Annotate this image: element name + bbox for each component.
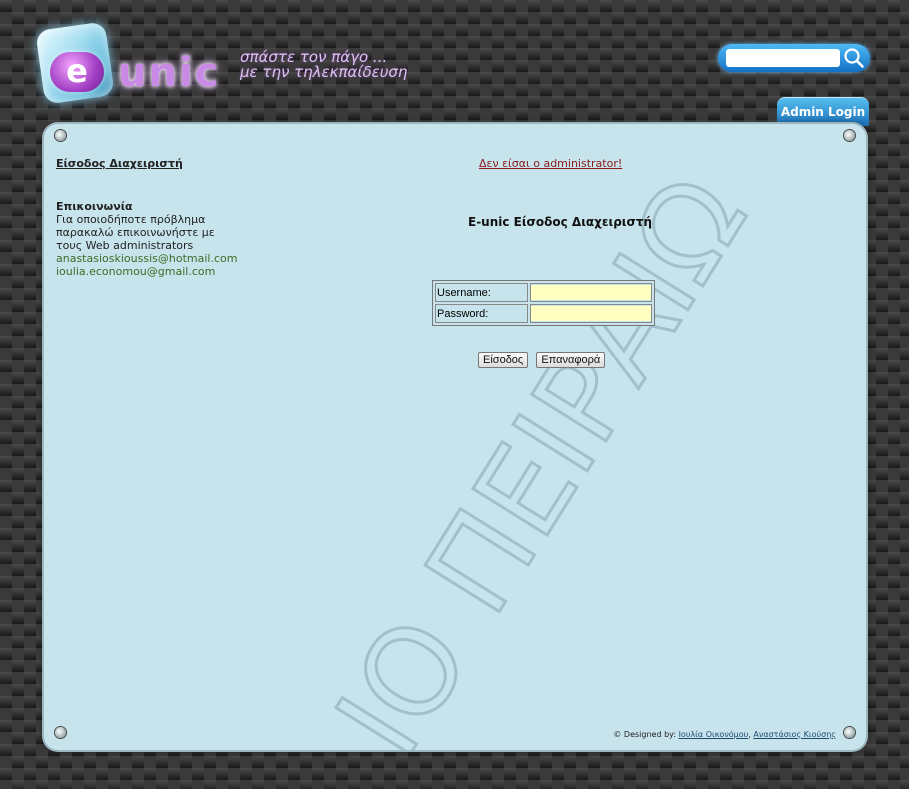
corner-screw-top-right xyxy=(844,130,855,141)
form-buttons: Είσοδος Επαναφορά xyxy=(478,348,608,368)
slogan-line-2: με την τηλεκπαίδευση xyxy=(240,63,408,81)
footer-author-1-link[interactable]: Ιουλία Οικονόμου xyxy=(679,730,749,739)
password-row: Password: xyxy=(435,304,652,323)
admin-login-link[interactable]: Είσοδος Διαχειριστή xyxy=(56,157,183,170)
username-cell xyxy=(530,283,652,302)
contact-section: Επικοινωνία Για οποιοδήποτε πρόβλημα παρ… xyxy=(56,200,256,278)
footer-designed-by: © Designed by: xyxy=(613,730,679,739)
contact-text-2: παρακαλώ επικοινωνήστε με xyxy=(56,226,215,239)
username-label: Username: xyxy=(435,283,528,302)
footer-credits: © Designed by: Ιουλία Οικονόμου, Αναστάσ… xyxy=(613,730,836,739)
submit-button[interactable]: Είσοδος xyxy=(478,352,529,368)
contact-text-1: Για οποιοδήποτε πρόβλημα xyxy=(56,213,206,226)
password-cell xyxy=(530,304,652,323)
site-logo[interactable]: e unic xyxy=(35,21,241,108)
corner-screw-top-left xyxy=(55,130,66,141)
not-admin-link[interactable]: Δεν είσαι ο administrator! xyxy=(479,157,622,170)
contact-text-3: τους Web administrators xyxy=(56,239,194,252)
logo-e-letter: e xyxy=(50,52,104,92)
password-input[interactable] xyxy=(531,306,651,321)
username-input[interactable] xyxy=(531,285,651,300)
search-button[interactable] xyxy=(842,46,866,70)
logo-unic-text: unic xyxy=(118,50,221,96)
corner-screw-bottom-left xyxy=(55,727,66,738)
watermark-text: ΙΟ ΠΕΙΡΑΙΩ xyxy=(311,154,774,750)
login-form-table: Username: Password: xyxy=(432,280,655,326)
site-slogan: σπάστε τον πάγο ... με την τηλεκπαίδευση xyxy=(240,50,407,80)
username-row: Username: xyxy=(435,283,652,302)
login-form-title: E-unic Είσοδος Διαχειριστή xyxy=(468,215,653,229)
contact-email-2[interactable]: ioulia.economou@gmail.com xyxy=(56,265,256,278)
contact-email-1[interactable]: anastasioskioussis@hotmail.com xyxy=(56,252,256,265)
main-panel: ΙΟ ΠΕΙΡΑΙΩ Είσοδος Διαχειριστή Επικοινων… xyxy=(44,124,866,750)
contact-title: Επικοινωνία xyxy=(56,200,133,213)
corner-screw-bottom-right xyxy=(844,727,855,738)
footer-author-2-link[interactable]: Αναστάσιος Κιούσης xyxy=(753,730,836,739)
reset-button[interactable]: Επαναφορά xyxy=(536,352,606,368)
search-box xyxy=(718,44,870,72)
search-icon xyxy=(844,48,864,68)
search-input[interactable] xyxy=(726,49,840,67)
password-label: Password: xyxy=(435,304,528,323)
admin-login-tab[interactable]: Admin Login xyxy=(777,97,869,126)
